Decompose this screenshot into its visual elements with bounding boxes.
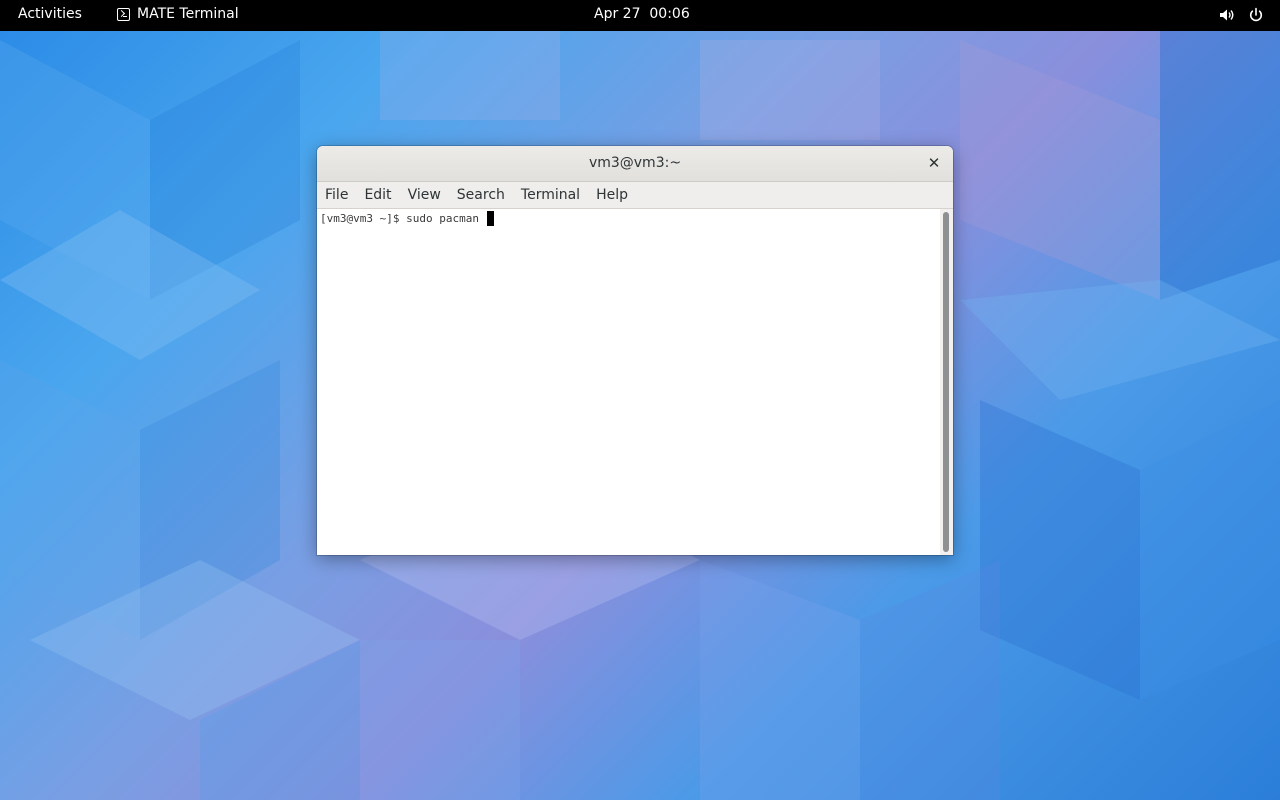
prompt-line: [vm3@vm3 ~]$ sudo pacman xyxy=(320,211,494,226)
power-icon[interactable] xyxy=(1248,7,1264,23)
scrollbar-thumb[interactable] xyxy=(943,212,949,552)
terminal-window: vm3@vm3:~ ✕ File Edit View Search Termin… xyxy=(317,146,953,555)
menu-help[interactable]: Help xyxy=(588,182,636,209)
menu-view[interactable]: View xyxy=(400,182,449,209)
app-menu-button[interactable]: MATE Terminal xyxy=(117,6,239,22)
scrollbar[interactable] xyxy=(940,209,953,555)
menu-search[interactable]: Search xyxy=(449,182,513,209)
speaker-icon[interactable] xyxy=(1219,7,1235,23)
window-title: vm3@vm3:~ xyxy=(588,155,682,171)
activities-button[interactable]: Activities xyxy=(18,6,82,22)
top-bar: Activities MATE Terminal Apr 27 00:06 xyxy=(0,0,1280,31)
close-button[interactable]: ✕ xyxy=(925,154,943,172)
terminal-output[interactable]: [vm3@vm3 ~]$ sudo pacman xyxy=(317,209,940,555)
typed-command: sudo pacman xyxy=(406,212,486,225)
window-titlebar[interactable]: vm3@vm3:~ ✕ xyxy=(317,146,953,182)
clock[interactable]: Apr 27 00:06 xyxy=(594,6,690,22)
menu-file[interactable]: File xyxy=(325,182,356,209)
terminal-icon xyxy=(117,7,130,21)
menu-bar: File Edit View Search Terminal Help xyxy=(317,182,953,209)
text-cursor xyxy=(486,211,494,226)
menu-terminal[interactable]: Terminal xyxy=(513,182,588,209)
menu-edit[interactable]: Edit xyxy=(356,182,399,209)
app-menu-label: MATE Terminal xyxy=(137,6,239,22)
close-icon: ✕ xyxy=(927,154,941,172)
shell-prompt: [vm3@vm3 ~]$ xyxy=(320,212,407,225)
system-tray[interactable] xyxy=(1219,7,1264,23)
